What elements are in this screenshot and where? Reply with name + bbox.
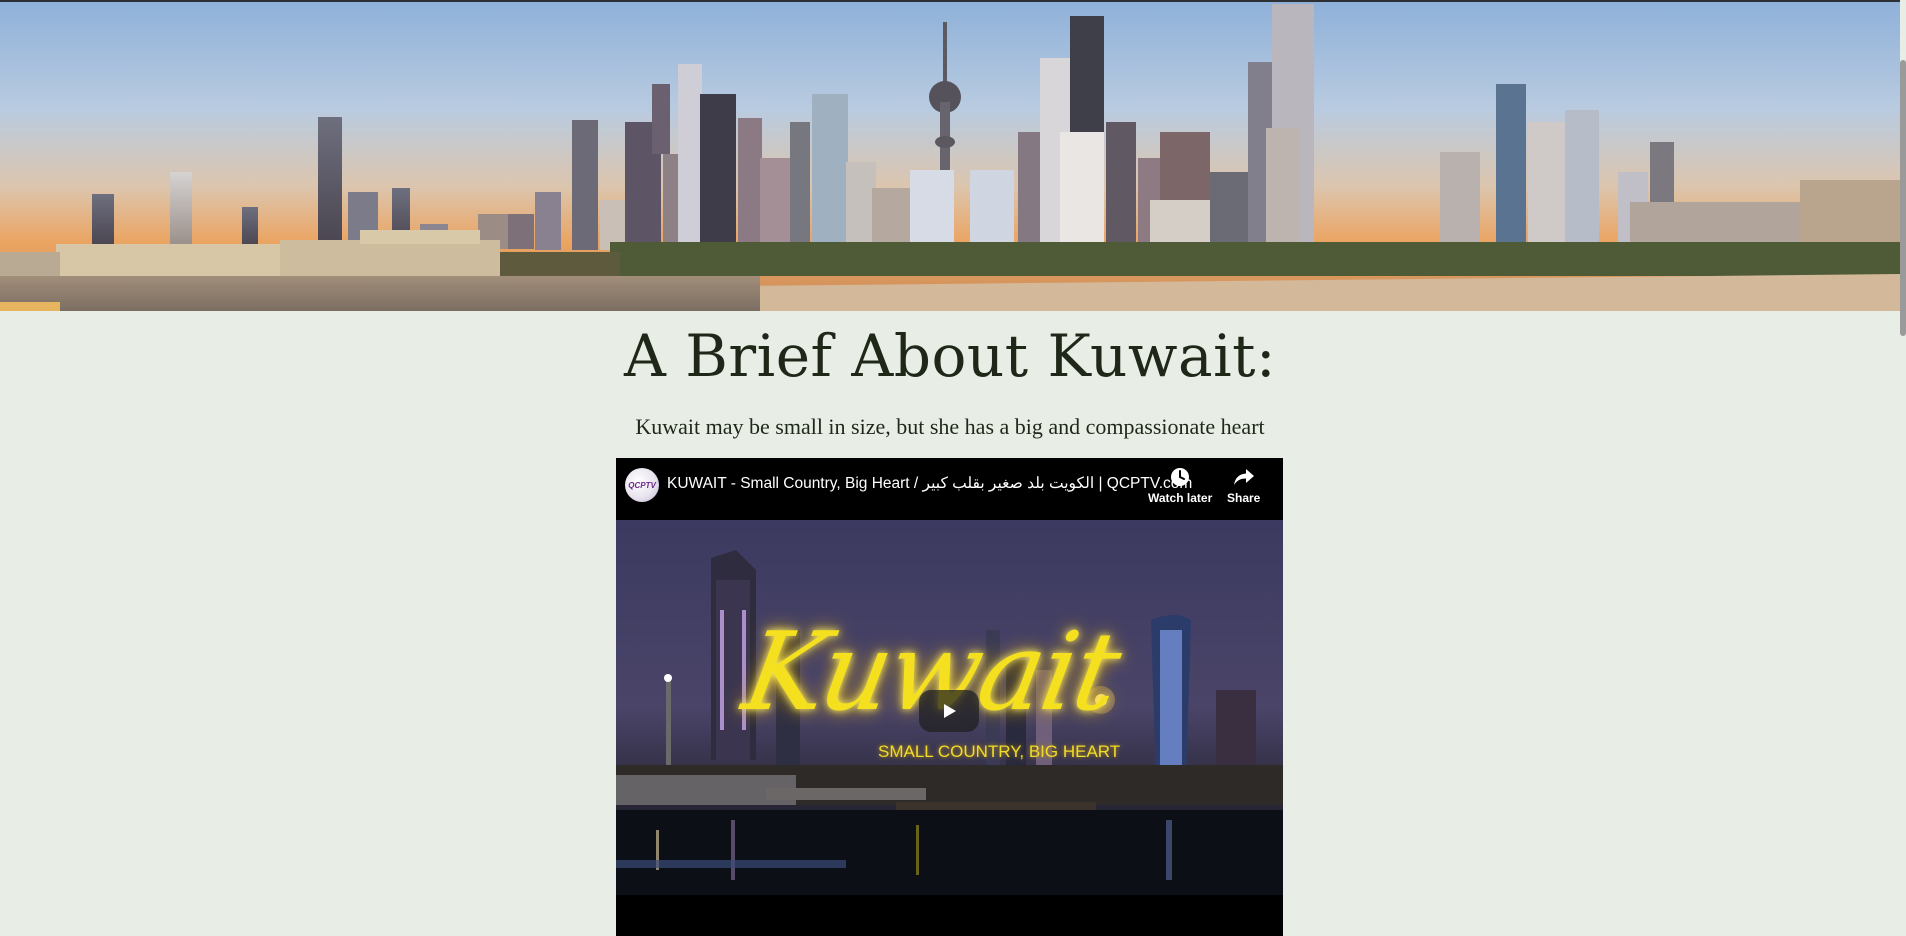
page-title: A Brief About Kuwait: [623, 322, 1276, 390]
play-button[interactable] [919, 690, 979, 732]
page-subtitle: Kuwait may be small in size, but she has… [635, 414, 1265, 439]
watch-later-button[interactable]: Watch later [1148, 466, 1212, 505]
video-header: QCPTV KUWAIT - Small Country, Big Heart … [616, 458, 1283, 520]
hero-banner-image [0, 2, 1900, 311]
page-scrollbar[interactable] [1900, 0, 1906, 936]
page: A Brief About Kuwait: Kuwait may be smal… [0, 0, 1906, 936]
share-button[interactable]: Share [1227, 466, 1260, 505]
share-label: Share [1227, 491, 1261, 505]
video-footer [616, 895, 1283, 936]
youtube-video-embed[interactable]: QCPTV KUWAIT - Small Country, Big Heart … [616, 458, 1283, 936]
video-title[interactable]: KUWAIT - Small Country, Big Heart / الكو… [667, 474, 1192, 493]
thumbnail-tagline: SMALL COUNTRY, BIG HEART [878, 742, 1121, 761]
watch-later-label: Watch later [1148, 491, 1213, 505]
channel-avatar[interactable]: QCPTV [625, 468, 659, 502]
scrollbar-thumb[interactable] [1900, 60, 1906, 336]
share-arrow-icon [1233, 466, 1255, 488]
kuwait-skyline-illustration [0, 2, 1900, 311]
video-thumbnail[interactable]: Kuwait SMALL COUNTRY, BIG HEART [616, 520, 1283, 895]
play-icon [944, 704, 956, 718]
clock-icon [1169, 466, 1191, 488]
